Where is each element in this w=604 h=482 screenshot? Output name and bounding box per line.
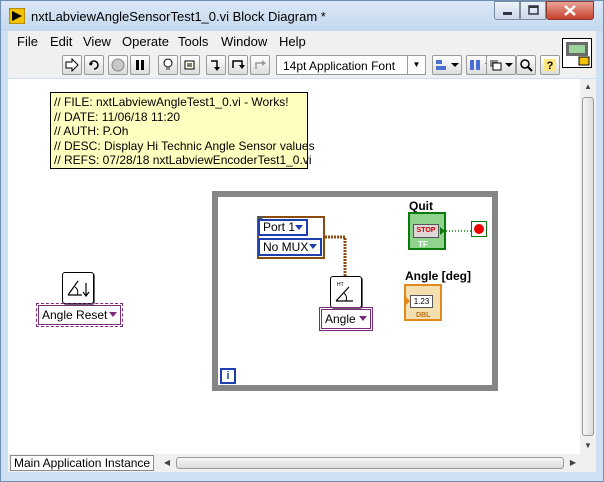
double-type-tag: DBL bbox=[416, 312, 431, 319]
svg-text:HT: HT bbox=[337, 282, 344, 288]
angle-mode-label: Angle bbox=[325, 312, 356, 326]
scroll-left-icon[interactable]: ◀ bbox=[160, 455, 174, 471]
quit-label: Quit bbox=[409, 199, 433, 213]
cluster-wire bbox=[325, 235, 347, 277]
angle-sensor-icon: HT bbox=[335, 282, 353, 302]
mux-ring-constant[interactable]: No MUX bbox=[258, 238, 322, 256]
application-context[interactable]: Main Application Instance bbox=[10, 455, 154, 471]
boolean-type-tag: TF bbox=[418, 240, 428, 249]
chevron-down-icon bbox=[359, 316, 367, 321]
horizontal-scroll-thumb[interactable] bbox=[176, 457, 564, 469]
numeric-display: 1.23 bbox=[410, 295, 433, 308]
scroll-right-icon[interactable]: ▶ bbox=[566, 455, 580, 471]
port-ring-constant[interactable]: Port 1 bbox=[258, 219, 308, 236]
chevron-down-icon bbox=[295, 225, 303, 230]
angle-read-subvi[interactable]: HT bbox=[330, 276, 362, 308]
stop-button-icon: STOP bbox=[413, 224, 439, 238]
angle-deg-label: Angle [deg] bbox=[405, 269, 471, 283]
chevron-down-icon bbox=[309, 244, 317, 249]
angle-mode-ring-constant[interactable]: Angle bbox=[319, 307, 373, 331]
stop-if-true-icon bbox=[474, 224, 484, 234]
port-label: Port 1 bbox=[263, 220, 296, 234]
mux-label: No MUX bbox=[263, 240, 309, 254]
output-arrow-icon bbox=[440, 227, 445, 235]
